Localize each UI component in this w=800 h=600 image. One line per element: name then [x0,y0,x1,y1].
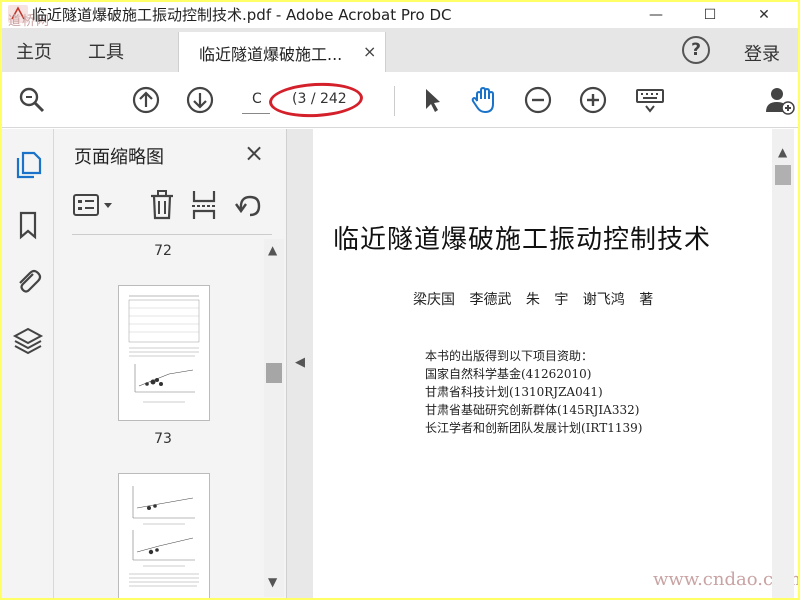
rotate-icon[interactable] [232,189,264,221]
scrollbar-thumb[interactable] [266,363,282,383]
chevron-down-icon[interactable]: ▼ [268,575,277,589]
hand-icon[interactable] [468,84,500,116]
zoom-out-icon[interactable] [522,84,554,116]
page-up-icon[interactable] [130,84,162,116]
chevron-up-icon[interactable]: ▲ [268,243,277,257]
login-button[interactable]: 登录 [744,40,780,66]
bookmark-icon[interactable] [12,209,44,241]
thumbnail-page-74[interactable] [118,473,210,598]
document-title: 临近隧道爆破施工振动控制技术 [333,225,712,255]
tab-close-icon[interactable]: × [363,42,376,61]
panel-title: 页面缩略图 [74,147,164,168]
page-number-input[interactable]: C [242,88,270,114]
panel-close-icon[interactable]: × [244,139,264,167]
tab-document-label: 临近隧道爆破施工... [199,45,343,64]
thumbnail-list: 72 73 [54,237,266,598]
zoom-in-icon[interactable] [577,84,609,116]
attachment-icon[interactable] [12,265,44,297]
thumbnail-label: 72 [154,243,172,259]
thumbnail-content [129,486,199,587]
toolbar: C (3 / 242 [2,72,798,128]
tab-tools[interactable]: 工具 [88,38,124,64]
thumbnail-scrollbar[interactable]: ▲ ▼ [264,239,284,597]
funding-line: 甘肃省科技计划(1310RJZA041) [425,385,603,399]
document-funding: 本书的出版得到以下项目资助： 国家自然科学基金(41262010) 甘肃省科技计… [425,347,642,437]
keyboard-icon[interactable] [634,84,666,116]
toolbar-divider [394,86,395,116]
minimize-button[interactable]: — [634,2,678,28]
panel-divider [72,234,272,235]
thumbnail-panel: 页面缩略图 × 72 73 ▲ ▼ [54,129,287,598]
panel-collapse-handle[interactable]: ◀ [287,129,313,598]
tab-document[interactable]: 临近隧道爆破施工... × [178,32,386,72]
search-zoom-icon[interactable] [16,84,48,116]
funding-line: 本书的出版得到以下项目资助： [425,349,594,363]
close-window-button[interactable]: ✕ [742,2,786,28]
navigation-rail [2,129,54,598]
funding-line: 国家自然科学基金(41262010) [425,367,592,381]
layers-icon[interactable] [12,325,44,357]
add-user-icon[interactable] [764,84,796,116]
panel-toolbar [72,187,272,227]
thumbnail-label: 73 [154,431,172,447]
document-view: 临近隧道爆破施工振动控制技术 梁庆国 李德武 朱 宇 谢飞鸿 著 本书的出版得到… [313,129,798,598]
select-arrow-icon[interactable] [416,84,448,116]
thumbnail-content [128,295,200,403]
page-down-icon[interactable] [184,84,216,116]
document-authors: 梁庆国 李德武 朱 宇 谢飞鸿 著 [413,292,654,308]
app-window: 道桥网 临近隧道爆破施工振动控制技术.pdf - Adobe Acrobat P… [2,2,798,598]
window-title: 临近隧道爆破施工振动控制技术.pdf - Adobe Acrobat Pro D… [32,6,452,24]
maximize-button[interactable]: ☐ [688,2,732,28]
funding-line: 长江学者和创新团队发展计划(IRT1139) [425,421,643,435]
help-button[interactable]: ? [682,36,710,64]
extract-icon[interactable] [190,189,218,221]
chevron-left-icon[interactable]: ◀ [295,355,305,370]
thumbnail-page-73[interactable] [118,285,210,421]
page-thumbnails-icon[interactable] [12,149,44,181]
document-scrollbar[interactable]: ▲ [772,129,794,598]
scrollbar-thumb[interactable] [775,165,791,185]
options-icon[interactable] [72,191,114,221]
tab-home[interactable]: 主页 [16,38,52,64]
title-bar: 道桥网 临近隧道爆破施工振动控制技术.pdf - Adobe Acrobat P… [2,2,798,29]
tab-bar: 主页 工具 临近隧道爆破施工... × ? 登录 [2,28,798,72]
chevron-up-icon[interactable]: ▲ [778,145,787,159]
funding-line: 甘肃省基础研究创新群体(145RJIA332) [425,403,640,417]
highlight-annotation [268,80,364,120]
delete-icon[interactable] [148,189,176,221]
